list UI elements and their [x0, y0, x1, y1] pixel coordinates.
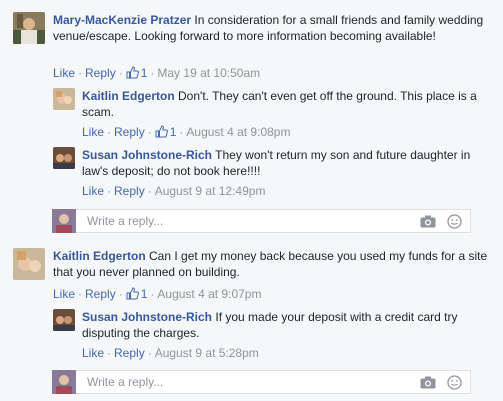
reply-body: Susan Johnstone-Rich They won't return m…: [82, 147, 487, 179]
avatar-susan[interactable]: [53, 147, 75, 169]
thumbs-up-icon: [126, 287, 139, 300]
camera-icon[interactable]: [420, 376, 436, 389]
reply-timestamp[interactable]: August 4 at 9:08pm: [186, 125, 290, 139]
reply-author[interactable]: Susan Johnstone-Rich: [82, 310, 212, 324]
reply-timestamp[interactable]: August 9 at 5:28pm: [155, 346, 259, 360]
reply-link[interactable]: Reply: [85, 287, 116, 301]
avatar-susan[interactable]: [53, 309, 75, 331]
reply-actions: Like · Reply · August 9 at 5:28pm: [82, 346, 259, 360]
reply-timestamp[interactable]: August 9 at 12:49pm: [155, 184, 266, 198]
reply-body: Kaitlin Edgerton Don't. They can't even …: [82, 88, 487, 120]
avatar-current-user: [52, 370, 76, 394]
reply-input[interactable]: [81, 371, 401, 393]
like-link[interactable]: Like: [53, 287, 75, 301]
thumbs-up-icon: [126, 66, 139, 79]
like-link[interactable]: Like: [82, 125, 104, 139]
reply-link[interactable]: Reply: [114, 184, 145, 198]
reply-composer: [52, 209, 471, 233]
reply-link[interactable]: Reply: [85, 66, 116, 80]
comment-author[interactable]: Kaitlin Edgerton: [53, 249, 146, 263]
avatar-current-user: [52, 209, 76, 233]
comment-actions: Like · Reply · 1 · May 19 at 10:50am: [53, 66, 261, 80]
reply-author[interactable]: Susan Johnstone-Rich: [82, 148, 212, 162]
reply-link[interactable]: Reply: [114, 125, 145, 139]
like-count[interactable]: 1: [155, 125, 176, 139]
comment-author[interactable]: Mary-MacKenzie Pratzer: [53, 13, 191, 27]
like-link[interactable]: Like: [82, 184, 104, 198]
camera-icon[interactable]: [420, 215, 436, 228]
reply-link[interactable]: Reply: [114, 346, 145, 360]
avatar-kaitlin[interactable]: [13, 248, 45, 280]
comment-timestamp[interactable]: May 19 at 10:50am: [157, 66, 260, 80]
like-link[interactable]: Like: [82, 346, 104, 360]
reply-input[interactable]: [81, 210, 401, 232]
like-count[interactable]: 1: [126, 66, 147, 80]
comment-body: Mary-MacKenzie Pratzer In consideration …: [53, 12, 493, 44]
reply-composer: [52, 370, 471, 394]
like-count[interactable]: 1: [126, 287, 147, 301]
emoji-icon[interactable]: [447, 214, 462, 229]
like-link[interactable]: Like: [53, 66, 75, 80]
avatar-kaitlin[interactable]: [53, 88, 75, 110]
reply-author[interactable]: Kaitlin Edgerton: [82, 89, 175, 103]
comment-body: Kaitlin Edgerton Can I get my money back…: [53, 248, 493, 280]
reply-actions: Like · Reply · 1 · August 4 at 9:08pm: [82, 125, 291, 139]
thumbs-up-icon: [155, 125, 168, 138]
reply-body: Susan Johnstone-Rich If you made your de…: [82, 309, 487, 341]
emoji-icon[interactable]: [447, 375, 462, 390]
avatar-mary[interactable]: [13, 12, 45, 44]
comment-timestamp[interactable]: August 4 at 9:07pm: [157, 287, 261, 301]
reply-actions: Like · Reply · August 9 at 12:49pm: [82, 184, 266, 198]
comment-actions: Like · Reply · 1 · August 4 at 9:07pm: [53, 287, 262, 301]
